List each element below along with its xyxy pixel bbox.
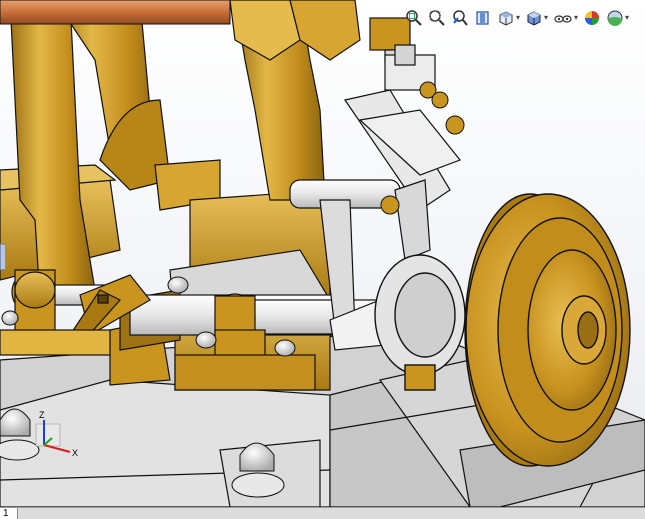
copper-piston-rod[interactable] bbox=[0, 0, 231, 25]
chevron-down-icon: ▾ bbox=[544, 13, 549, 22]
apply-scene-icon bbox=[607, 10, 623, 26]
triad-z-label: Z bbox=[39, 410, 45, 420]
triad-x-label: X bbox=[72, 448, 78, 458]
display-style-button[interactable]: ▾ bbox=[524, 7, 549, 29]
previous-view-button[interactable] bbox=[450, 7, 470, 29]
chevron-down-icon: ▾ bbox=[574, 13, 579, 22]
section-view-icon bbox=[476, 11, 489, 25]
view-orientation-button[interactable]: ▾ bbox=[496, 7, 521, 29]
left-standard[interactable] bbox=[0, 0, 171, 301]
section-view-button[interactable] bbox=[473, 7, 493, 29]
previous-view-icon bbox=[453, 10, 468, 26]
flywheel[interactable] bbox=[464, 193, 631, 467]
status-bar: 1 bbox=[0, 507, 645, 519]
hide-show-items-icon bbox=[554, 15, 572, 23]
engine-model[interactable]: Z X bbox=[0, 0, 645, 507]
zoom-to-area-icon bbox=[429, 10, 445, 26]
chevron-down-icon: ▾ bbox=[625, 13, 630, 22]
view-orientation-icon bbox=[499, 11, 513, 26]
sheet-tab[interactable]: 1 bbox=[0, 508, 18, 519]
edit-appearance-button[interactable] bbox=[582, 7, 602, 29]
edit-appearance-icon bbox=[585, 11, 600, 25]
apply-scene-button[interactable]: ▾ bbox=[605, 7, 630, 29]
display-style-icon bbox=[527, 11, 541, 26]
graphics-viewport[interactable]: Z X ▾ ▾ ▾ ▾ bbox=[0, 0, 645, 507]
zoom-to-area-button[interactable] bbox=[427, 7, 447, 29]
chevron-down-icon: ▾ bbox=[516, 13, 521, 22]
heads-up-view-toolbar: ▾ ▾ ▾ ▾ bbox=[404, 6, 630, 30]
panel-collapse-handle[interactable] bbox=[0, 244, 6, 270]
zoom-to-fit-button[interactable] bbox=[404, 7, 424, 29]
hide-show-items-button[interactable]: ▾ bbox=[552, 7, 579, 29]
zoom-to-fit-icon bbox=[406, 10, 422, 26]
